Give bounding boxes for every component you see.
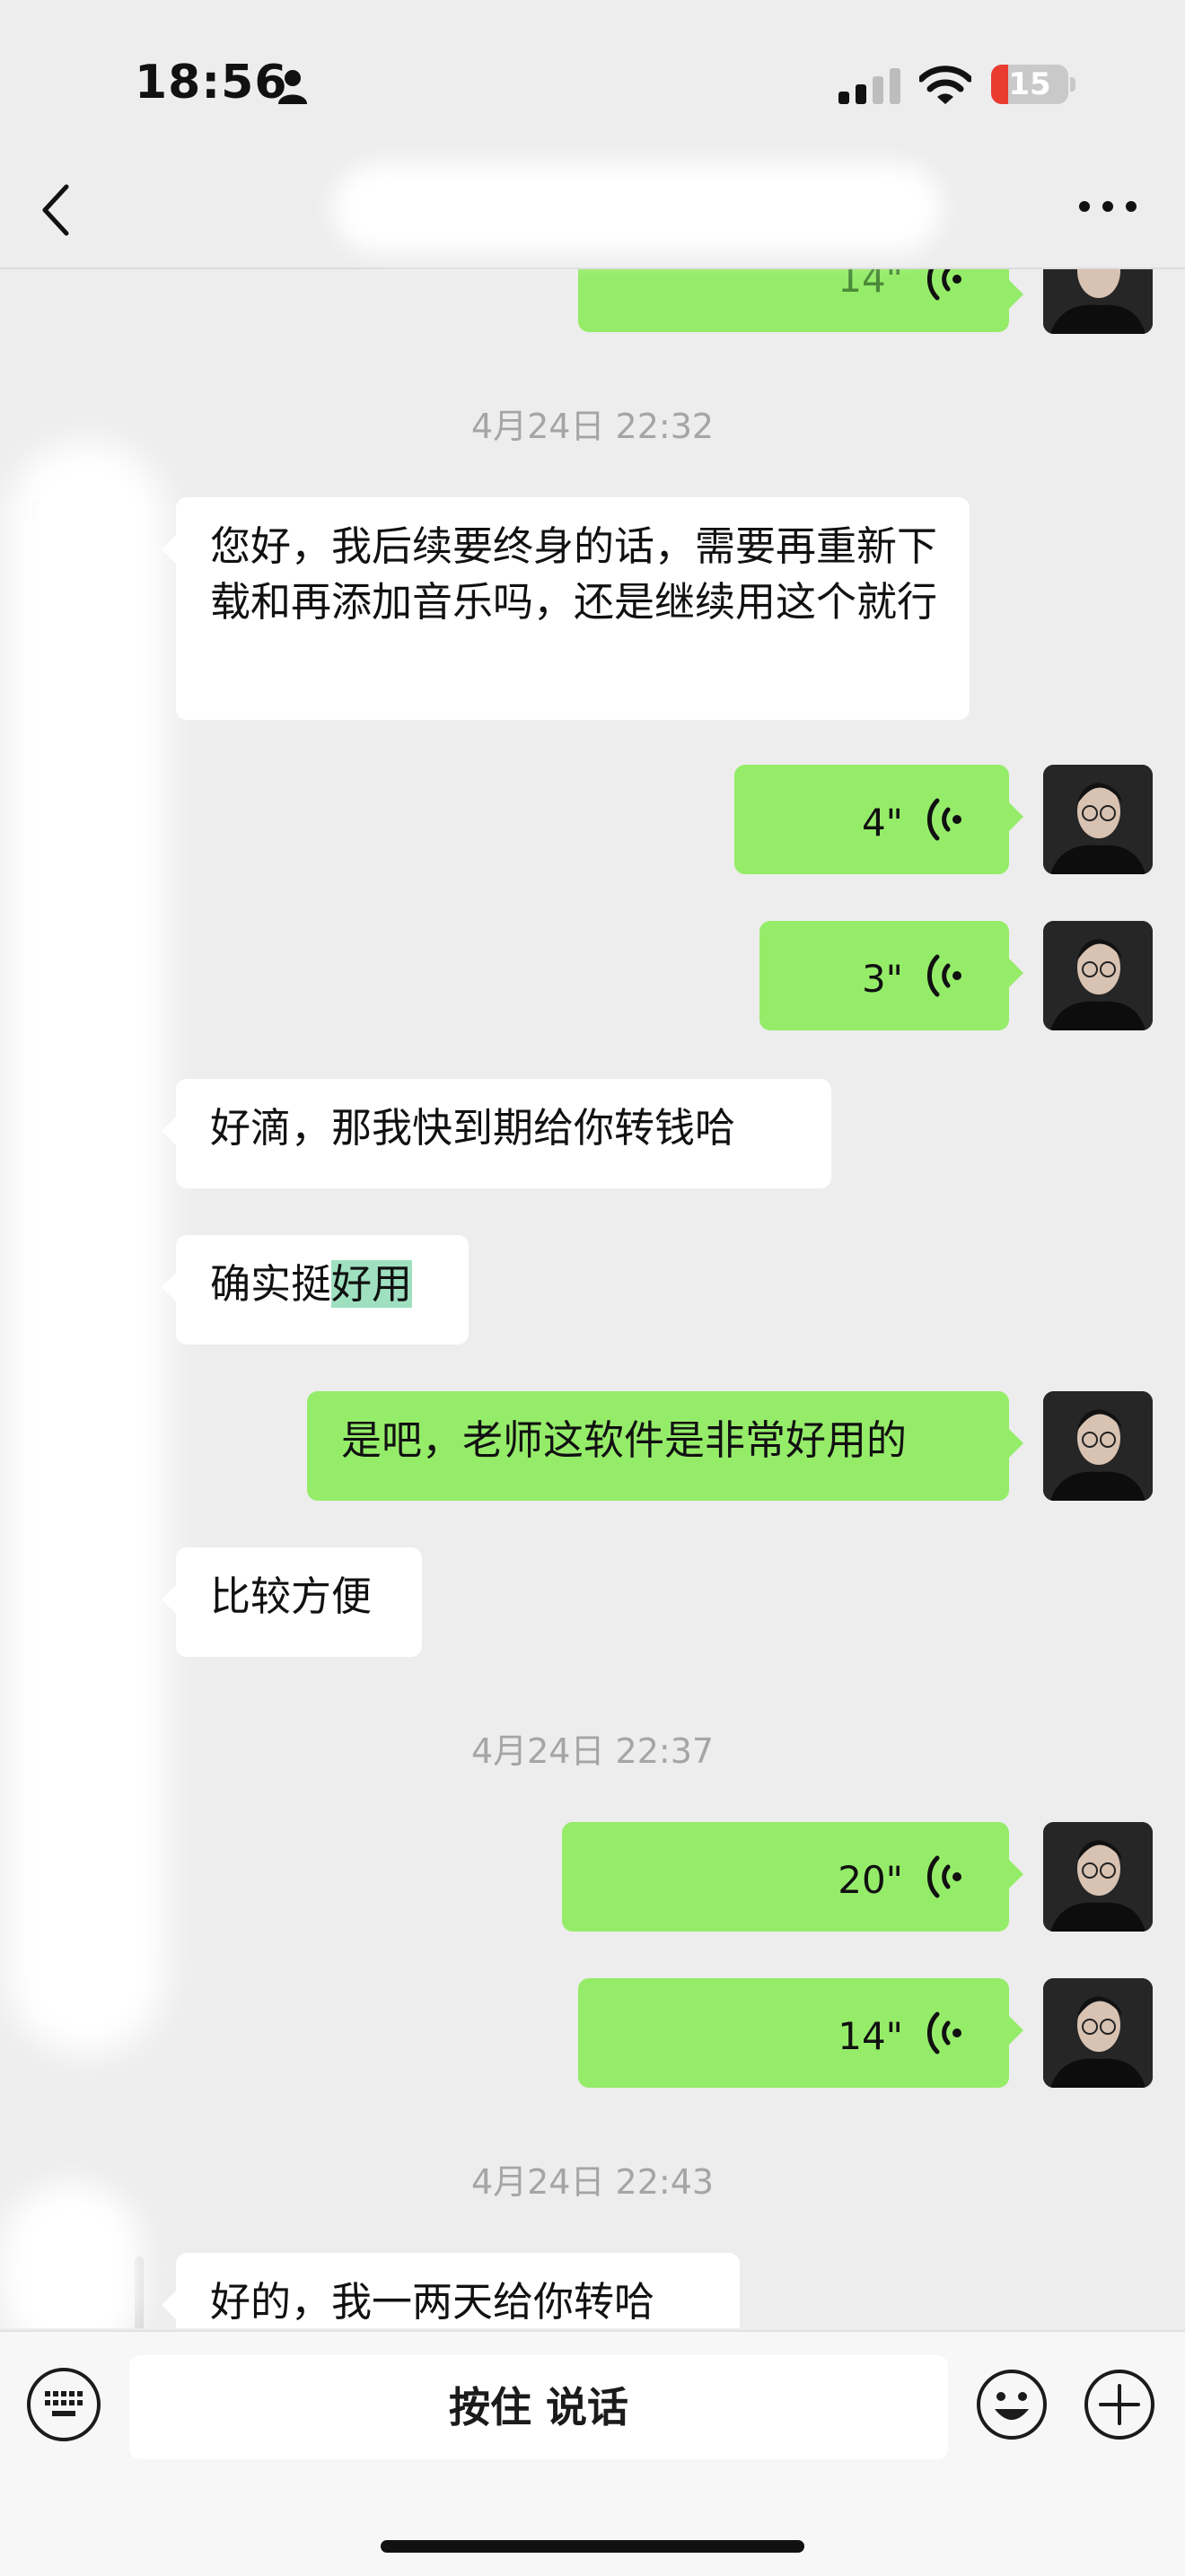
voice-message[interactable]: 4" — [734, 765, 1023, 874]
voice-wave-icon — [926, 2011, 961, 2055]
message-text: 确实挺好用 — [210, 1257, 436, 1312]
voice-message[interactable]: 3" — [759, 921, 1023, 1030]
message-text: 是吧，老师这软件是非常好用的 — [341, 1416, 908, 1464]
battery-level: 15 — [1008, 66, 1051, 102]
voice-wave-icon — [926, 1855, 961, 1898]
status-time: 18:56 — [135, 56, 288, 110]
redaction-blur — [0, 2181, 144, 2328]
my-avatar[interactable] — [1043, 1391, 1153, 1501]
timestamp: 4月24日 22:32 — [470, 407, 715, 446]
my-avatar[interactable] — [1043, 765, 1153, 874]
voice-duration: 4" — [861, 801, 903, 845]
message-text: 比较方便 — [210, 1573, 373, 1620]
incoming-message[interactable]: 确实挺好用 — [162, 1235, 469, 1345]
incoming-message[interactable]: 比较方便 — [162, 1547, 422, 1657]
voice-message[interactable]: 14" — [578, 1978, 1023, 2088]
wifi-icon — [919, 66, 971, 104]
voice-wave-icon — [926, 798, 961, 841]
home-indicator[interactable] — [381, 2540, 804, 2553]
cellular-signal-icon — [838, 68, 900, 104]
my-avatar[interactable] — [1043, 921, 1153, 1030]
voice-duration: 3" — [861, 957, 903, 1001]
message-list[interactable]: 14" 4月24日 22:32 您好，我后续要终身的话，需要再重新下载和再添加音… — [0, 269, 1185, 2328]
hold-to-talk-button[interactable]: 按住 说话 — [129, 2355, 948, 2459]
timestamp: 4月24日 22:43 — [470, 2162, 715, 2202]
redaction-blur — [5, 440, 167, 2055]
highlighted-text[interactable]: 好用 — [331, 1260, 413, 1308]
plus-icon[interactable] — [1083, 2368, 1156, 2441]
chevron-left-icon[interactable] — [36, 181, 79, 239]
incoming-message[interactable]: 好的，我一两天给你转哈 — [162, 2253, 740, 2328]
more-dots-icon[interactable] — [1074, 180, 1142, 233]
incoming-message[interactable]: 好滴，那我快到期给你转钱哈 — [162, 1079, 831, 1188]
voice-duration: 20" — [838, 1858, 903, 1902]
my-avatar[interactable] — [1043, 1978, 1153, 2088]
voice-duration: 14" — [838, 2014, 903, 2058]
keyboard-icon[interactable] — [27, 2368, 101, 2441]
voice-wave-icon — [926, 269, 961, 301]
voice-wave-icon — [926, 954, 961, 997]
voice-message[interactable]: 14" — [578, 269, 1023, 332]
incoming-message[interactable]: 您好，我后续要终身的话，需要再重新下载和再添加音乐吗，还是继续用这个就行 — [162, 497, 970, 720]
battery-indicator: 15 — [991, 65, 1068, 104]
message-text: 好的，我一两天给你转哈 — [210, 2278, 655, 2326]
my-avatar[interactable] — [1043, 1822, 1153, 1932]
status-bar: 18:56 15 — [0, 0, 1185, 153]
timestamp: 4月24日 22:37 — [470, 1731, 715, 1771]
chat-header — [0, 153, 1185, 269]
my-avatar[interactable] — [1043, 269, 1153, 334]
input-bar: 按住 说话 — [0, 2330, 1185, 2576]
message-text-plain: 确实挺 — [210, 1260, 332, 1308]
message-text: 您好，我后续要终身的话，需要再重新下载和再添加音乐吗，还是继续用这个就行 — [210, 522, 938, 626]
battery-tip — [1070, 77, 1075, 92]
person-icon — [278, 70, 307, 104]
outgoing-message[interactable]: 是吧，老师这软件是非常好用的 — [307, 1391, 1023, 1501]
contact-name-redacted — [332, 163, 943, 253]
voice-duration: 14" — [838, 269, 903, 301]
emoji-icon[interactable] — [975, 2368, 1049, 2441]
message-text: 好滴，那我快到期给你转钱哈 — [210, 1104, 736, 1152]
voice-message[interactable]: 20" — [562, 1822, 1023, 1932]
